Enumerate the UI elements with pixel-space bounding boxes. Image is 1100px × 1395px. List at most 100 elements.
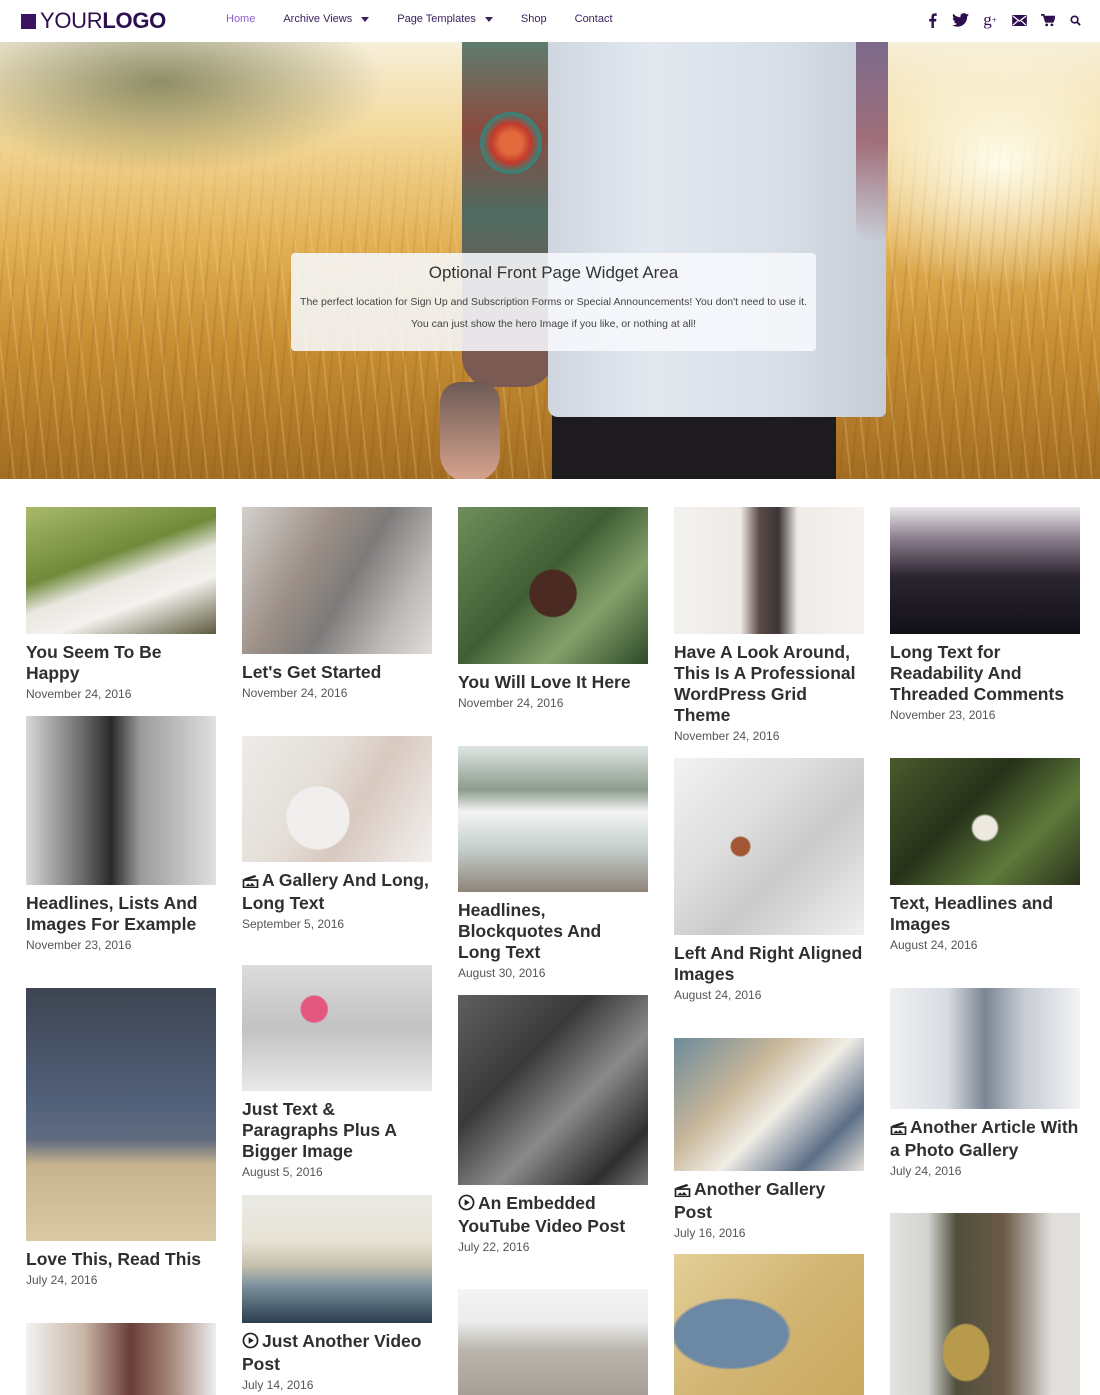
post-thumbnail[interactable] bbox=[242, 507, 432, 654]
logo-mark-icon bbox=[21, 13, 36, 29]
post-date: July 24, 2016 bbox=[26, 1273, 98, 1287]
post-thumbnail[interactable] bbox=[26, 507, 216, 634]
nav-label: Page Templates bbox=[397, 13, 476, 25]
post-title[interactable]: Love This, Read This bbox=[26, 1249, 216, 1270]
post-title-text: Another Gallery Post bbox=[674, 1179, 826, 1222]
post-date: July 14, 2016 bbox=[242, 1378, 314, 1392]
post-thumbnail[interactable] bbox=[458, 1289, 648, 1395]
hero-image: Optional Front Page Widget Area The perf… bbox=[0, 42, 1100, 479]
post-card: Another Article With a Photo Gallery July… bbox=[890, 988, 1080, 1178]
google-plus-icon[interactable]: g + bbox=[980, 10, 1000, 30]
nav-item-page-templates[interactable]: Page Templates bbox=[397, 13, 493, 25]
post-thumbnail[interactable] bbox=[674, 1254, 864, 1395]
email-icon[interactable] bbox=[1011, 10, 1028, 30]
nav-item-archive-views[interactable]: Archive Views bbox=[283, 13, 370, 25]
logo-text: YOURLOGO bbox=[40, 8, 166, 33]
post-title-text: You Will Love It Here bbox=[458, 672, 631, 692]
post-card: A Gallery And Long, Long Text September 5… bbox=[242, 736, 432, 931]
post-card: Have A Look Around, This Is A Profession… bbox=[674, 507, 864, 743]
video-play-icon bbox=[458, 1194, 475, 1216]
post-title[interactable]: Have A Look Around, This Is A Profession… bbox=[674, 642, 864, 726]
post-thumbnail[interactable] bbox=[458, 507, 648, 664]
nav-item-shop[interactable]: Shop bbox=[521, 13, 547, 25]
hero-right-arm bbox=[856, 42, 888, 242]
post-card: Headlines, Blockquotes And Long Text Augu… bbox=[458, 746, 648, 980]
main-nav: Home Archive Views Page Templates Shop C… bbox=[226, 13, 641, 25]
post-title[interactable]: Let's Get Started bbox=[242, 662, 432, 683]
post-title[interactable]: Headlines, Blockquotes And Long Text bbox=[458, 900, 648, 963]
post-card: Let's Get Started November 24, 2016 bbox=[242, 507, 432, 700]
post-thumbnail[interactable] bbox=[26, 716, 216, 885]
post-title[interactable]: You Seem To Be Happy bbox=[26, 642, 216, 684]
twitter-icon[interactable] bbox=[952, 10, 969, 30]
nav-item-home[interactable]: Home bbox=[226, 13, 255, 25]
post-title-text: Another Article With a Photo Gallery bbox=[890, 1117, 1079, 1160]
post-title[interactable]: You Will Love It Here bbox=[458, 672, 648, 693]
post-card: You Will Love It Here November 24, 2016 bbox=[458, 507, 648, 710]
hero-rose-tattoo bbox=[480, 112, 542, 174]
post-title[interactable]: Another Gallery Post bbox=[674, 1179, 864, 1223]
post-title-text: Just Text & Paragraphs Plus A Bigger Ima… bbox=[242, 1099, 397, 1161]
post-title[interactable]: An Embedded YouTube Video Post bbox=[458, 1193, 648, 1237]
post-title-text: Left And Right Aligned Images bbox=[674, 943, 863, 984]
post-date: August 5, 2016 bbox=[242, 1165, 323, 1179]
caret-down-icon bbox=[484, 16, 493, 22]
post-thumbnail[interactable] bbox=[890, 988, 1080, 1109]
post-title-text: Have A Look Around, This Is A Profession… bbox=[674, 642, 856, 725]
post-card: Just Another Video Post July 14, 2016 bbox=[242, 1195, 432, 1392]
post-title[interactable]: Long Text for Readability And Threaded C… bbox=[890, 642, 1080, 705]
post-thumbnail[interactable] bbox=[890, 1213, 1080, 1395]
gallery-icon bbox=[890, 1119, 907, 1140]
post-title[interactable]: Text, Headlines and Images bbox=[890, 893, 1080, 935]
post-title[interactable]: Just Text & Paragraphs Plus A Bigger Ima… bbox=[242, 1099, 432, 1162]
post-date: November 24, 2016 bbox=[458, 696, 564, 710]
post-title-text: You Seem To Be Happy bbox=[26, 642, 162, 683]
hero-pants bbox=[552, 414, 836, 479]
site-logo[interactable]: YOURLOGO bbox=[21, 8, 166, 34]
post-thumbnail[interactable] bbox=[890, 758, 1080, 885]
caret-down-icon bbox=[361, 16, 370, 22]
post-date: November 24, 2016 bbox=[674, 729, 780, 743]
post-date: November 24, 2016 bbox=[242, 686, 348, 700]
post-date: August 24, 2016 bbox=[890, 938, 978, 952]
post-title[interactable]: Headlines, Lists And Images For Example bbox=[26, 893, 216, 935]
hero-shirt bbox=[548, 42, 886, 417]
search-icon[interactable] bbox=[1067, 10, 1084, 30]
widget-text: The perfect location for Sign Up and Sub… bbox=[300, 296, 807, 330]
post-thumbnail[interactable] bbox=[242, 1195, 432, 1323]
post-title[interactable]: A Gallery And Long, Long Text bbox=[242, 870, 432, 914]
post-date: September 5, 2016 bbox=[242, 917, 345, 931]
site-header: YOURLOGO Home Archive Views Page Templat… bbox=[0, 0, 1100, 42]
post-card bbox=[890, 1213, 1080, 1395]
post-title[interactable]: Just Another Video Post bbox=[242, 1331, 432, 1375]
post-card: Headlines, Lists And Images For Example N… bbox=[26, 716, 216, 952]
cart-icon[interactable] bbox=[1039, 10, 1056, 30]
post-title-text: Let's Get Started bbox=[242, 662, 382, 682]
post-card bbox=[26, 1323, 216, 1395]
facebook-icon[interactable] bbox=[924, 10, 941, 30]
post-card: Just Text & Paragraphs Plus A Bigger Ima… bbox=[242, 965, 432, 1179]
post-date: July 24, 2016 bbox=[890, 1164, 962, 1178]
post-date: November 23, 2016 bbox=[26, 938, 132, 952]
post-date: August 30, 2016 bbox=[458, 966, 546, 980]
post-thumbnail[interactable] bbox=[890, 507, 1080, 634]
nav-item-contact[interactable]: Contact bbox=[575, 13, 613, 25]
post-date: July 22, 2016 bbox=[458, 1240, 530, 1254]
post-title[interactable]: Left And Right Aligned Images bbox=[674, 943, 864, 985]
post-thumbnail[interactable] bbox=[26, 1323, 216, 1395]
nav-label: Shop bbox=[520, 13, 547, 25]
post-thumbnail[interactable] bbox=[674, 758, 864, 935]
post-thumbnail[interactable] bbox=[26, 988, 216, 1241]
post-title-text: Long Text for Readability And Threaded C… bbox=[890, 642, 1065, 704]
post-thumbnail[interactable] bbox=[458, 995, 648, 1185]
post-thumbnail[interactable] bbox=[674, 507, 864, 634]
front-page-widget: Optional Front Page Widget Area The perf… bbox=[291, 253, 816, 351]
post-thumbnail[interactable] bbox=[242, 736, 432, 862]
post-thumbnail[interactable] bbox=[674, 1038, 864, 1171]
nav-label: Archive Views bbox=[283, 13, 353, 25]
post-thumbnail[interactable] bbox=[458, 746, 648, 892]
post-title-text: Headlines, Lists And Images For Example bbox=[26, 893, 198, 934]
post-thumbnail[interactable] bbox=[242, 965, 432, 1091]
post-title[interactable]: Another Article With a Photo Gallery bbox=[890, 1117, 1080, 1161]
widget-title: Optional Front Page Widget Area bbox=[428, 263, 679, 282]
